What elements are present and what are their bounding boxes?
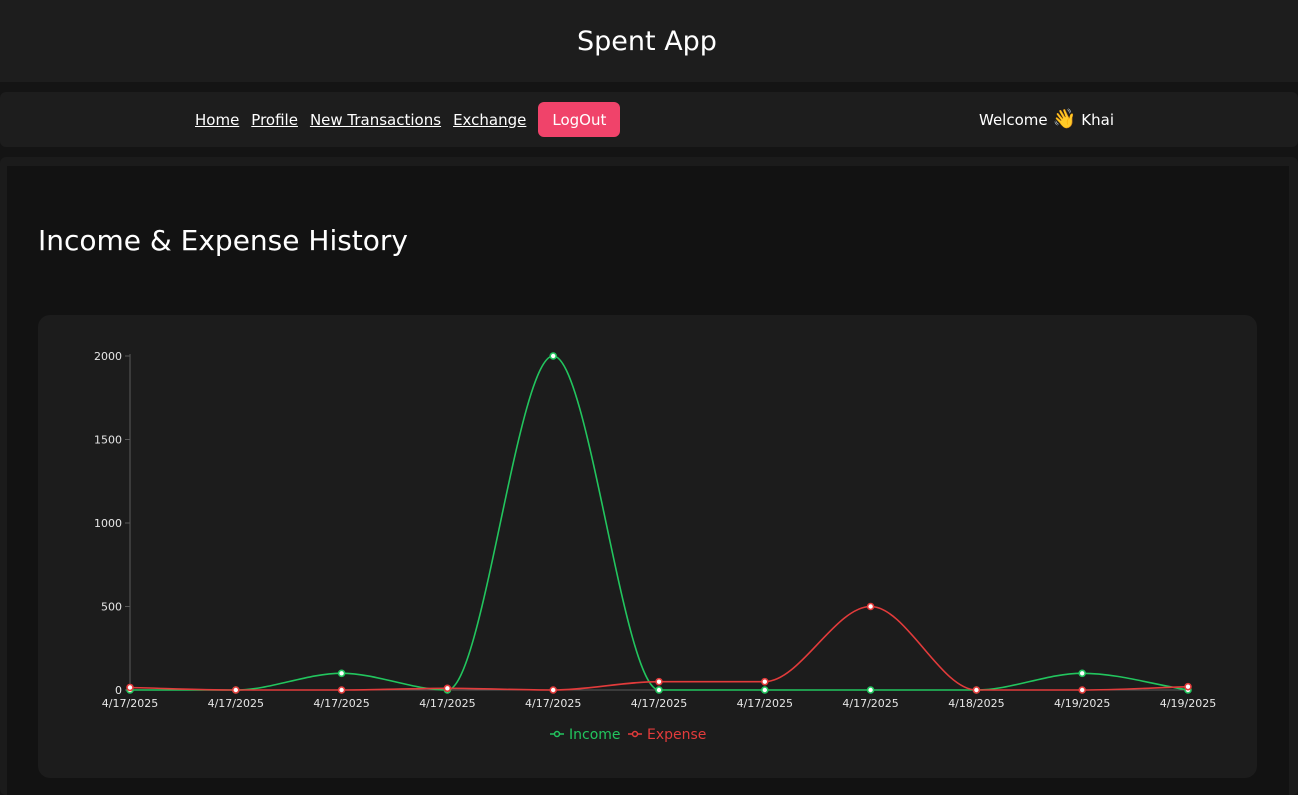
- x-tick-label: 4/19/2025: [1054, 697, 1110, 710]
- user-name: Khai: [1081, 110, 1114, 129]
- income-line: [130, 355, 1189, 691]
- x-tick-label: 4/17/2025: [631, 697, 687, 710]
- welcome-message: Welcome 👋 Khai: [979, 110, 1114, 129]
- expense-point: [1184, 682, 1192, 691]
- nav-link-home[interactable]: Home: [195, 111, 239, 129]
- nav-link-exchange[interactable]: Exchange: [453, 111, 526, 129]
- income-point: [337, 669, 346, 678]
- expense-point: [549, 686, 558, 694]
- x-tick-label: 4/19/2025: [1160, 697, 1216, 710]
- y-tick-label: 1500: [94, 434, 122, 447]
- x-tick-label: 4/17/2025: [208, 697, 264, 710]
- app-header: Spent App: [0, 0, 1298, 82]
- expense-point: [760, 677, 769, 686]
- nav-link-profile[interactable]: Profile: [251, 111, 298, 129]
- y-tick-label: 2000: [94, 350, 122, 363]
- page-title: Income & Expense History: [38, 224, 409, 257]
- logout-button[interactable]: LogOut: [538, 102, 621, 137]
- income-expense-chart: 0 500 1000 1500 2000 4/17/2025 4/17/2025 4/17/2…: [94, 350, 1216, 743]
- x-tick-label: 4/17/2025: [313, 697, 369, 710]
- legend-income-marker: [553, 730, 561, 738]
- income-point: [760, 686, 769, 694]
- welcome-prefix: Welcome: [979, 110, 1048, 129]
- chart-card: 0 500 1000 1500 2000 4/17/2025 4/17/2025 4/17/2…: [38, 315, 1257, 778]
- expense-line: [129, 605, 1189, 691]
- x-tick-label: 4/17/2025: [419, 697, 475, 710]
- legend-expense-label: Expense: [647, 727, 706, 743]
- expense-point: [443, 684, 452, 693]
- legend-income-label: Income: [569, 727, 621, 743]
- x-tick-label: 4/17/2025: [737, 697, 793, 710]
- x-tick-label: 4/17/2025: [525, 697, 581, 710]
- y-tick-label: 0: [115, 684, 122, 697]
- income-point: [1078, 669, 1086, 678]
- app-title: Spent App: [577, 25, 717, 57]
- y-tick-label: 1000: [94, 517, 122, 530]
- x-tick-label: 4/17/2025: [842, 697, 898, 710]
- waving-hand-icon: 👋: [1052, 108, 1077, 130]
- income-point: [866, 686, 875, 694]
- legend-expense-marker: [631, 730, 639, 738]
- x-tick-label: 4/17/2025: [102, 697, 158, 710]
- expense-point: [1078, 686, 1086, 694]
- y-tick-label: 500: [101, 601, 122, 614]
- x-tick-label: 4/18/2025: [948, 697, 1004, 710]
- income-point: [655, 686, 663, 694]
- nav-link-new-transactions[interactable]: New Transactions: [310, 111, 441, 129]
- expense-point: [655, 677, 663, 686]
- income-point: [549, 352, 558, 360]
- expense-point: [866, 602, 875, 611]
- expense-point: [337, 686, 346, 694]
- expense-point: [232, 686, 240, 694]
- nav-links: Home Profile New Transactions Exchange L…: [195, 102, 621, 137]
- navbar: Home Profile New Transactions Exchange L…: [0, 92, 1298, 147]
- expense-point: [126, 683, 134, 692]
- expense-point: [972, 686, 981, 694]
